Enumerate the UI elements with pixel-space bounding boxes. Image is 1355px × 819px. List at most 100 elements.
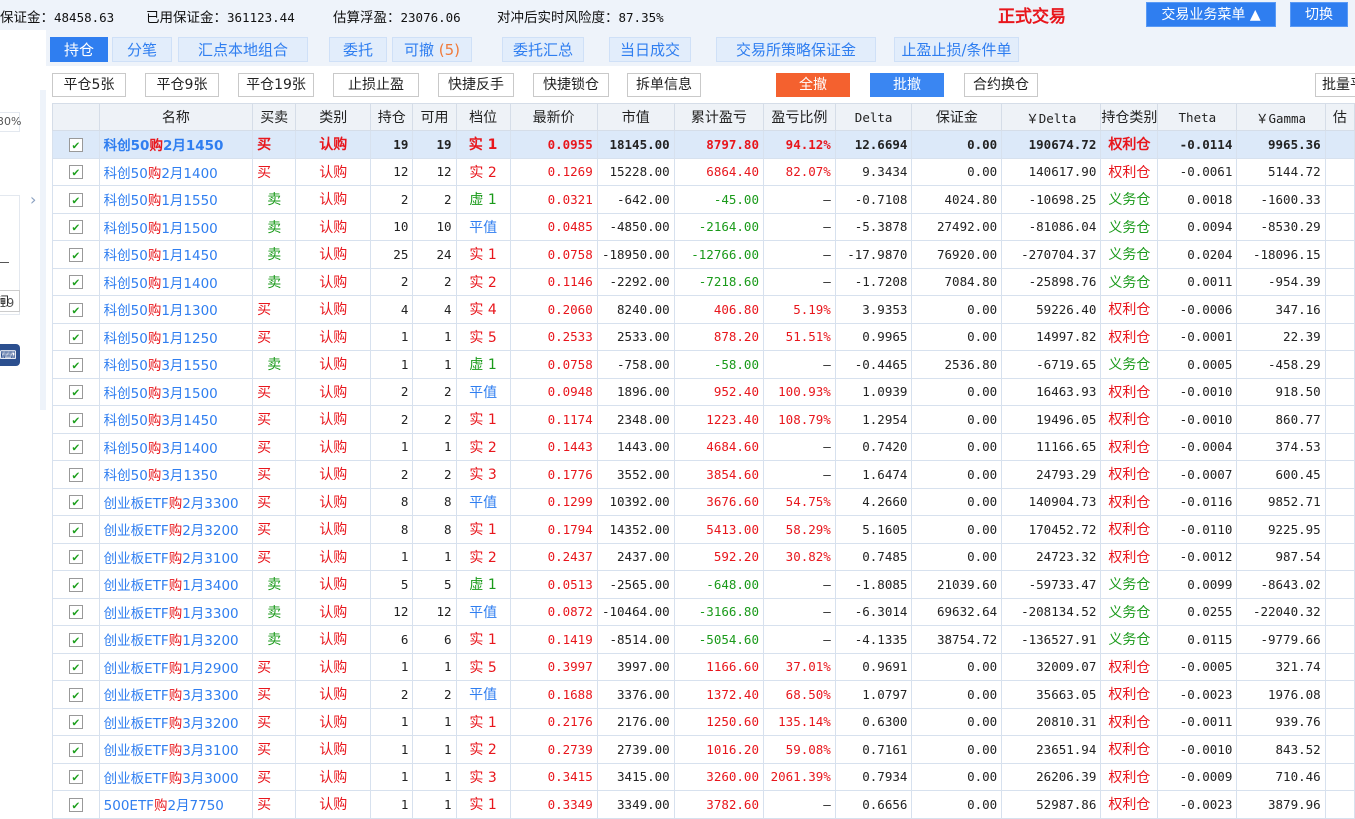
contract-name[interactable]: 科创50购1月1300 <box>98 295 254 324</box>
contract-name[interactable]: 科创50购1月1500 <box>98 212 254 241</box>
select-cell[interactable]: ✔ <box>52 130 100 159</box>
table-row[interactable]: ✔ 科创50购3月1350 买认购 2 2 实 3 0.1776 3552.00 3854.60… <box>52 460 1355 489</box>
select-cell[interactable]: ✔ <box>52 377 100 406</box>
column-header[interactable]: 保证金 <box>911 103 1003 131</box>
row-checkbox[interactable]: ✔ <box>68 522 83 537</box>
table-row[interactable]: ✔ 科创50购3月1400 买认购 1 1 实 2 0.1443 1443.00 4684.60… <box>52 432 1355 461</box>
table-row[interactable]: ✔ 创业板ETF购2月3300 买认购 8 8 平值 0.1299 10392.00 3676.… <box>52 487 1355 516</box>
row-checkbox[interactable]: ✔ <box>68 165 83 180</box>
table-row[interactable]: ✔ 科创50购1月1250 买认购 1 1 实 5 0.2533 2533.00 878.20 5… <box>52 322 1355 351</box>
close-9-button[interactable]: 平仓9张 <box>145 73 219 97</box>
contract-name[interactable]: 创业板ETF购2月3200 <box>98 515 254 544</box>
tab-cancelable[interactable]: 可撤 (5) <box>392 37 472 62</box>
table-row[interactable]: ✔ 科创50购1月1500 卖认购 10 10 平值 0.0485 -4850.00 -2164… <box>52 212 1355 241</box>
column-header[interactable]: 买卖 <box>252 103 297 131</box>
table-row[interactable]: ✔ 500ETF购2月7750 买认购 1 1 实 1 0.3349 3349.00 3782.… <box>52 790 1355 819</box>
stop-loss-button[interactable]: 止损止盈 <box>333 73 419 97</box>
select-cell[interactable]: ✔ <box>52 405 100 434</box>
tab-positions[interactable]: 持仓 <box>50 37 108 62</box>
header-select[interactable] <box>52 103 100 131</box>
column-header[interactable]: 盈亏比例 <box>762 103 836 131</box>
column-header[interactable]: Delta <box>834 103 913 131</box>
column-header[interactable]: Theta <box>1157 103 1238 131</box>
row-checkbox[interactable]: ✔ <box>68 330 83 345</box>
trade-menu-button[interactable]: 交易业务菜单 ▲ <box>1146 2 1276 27</box>
select-cell[interactable]: ✔ <box>52 762 100 791</box>
table-row[interactable]: ✔ 科创50购3月1500 买认购 2 2 平值 0.0948 1896.00 952.40 10… <box>52 377 1355 406</box>
close-19-button[interactable]: 平仓19张 <box>238 73 314 97</box>
select-cell[interactable]: ✔ <box>52 157 100 186</box>
row-checkbox[interactable]: ✔ <box>68 715 83 730</box>
contract-name[interactable]: 创业板ETF购3月3100 <box>98 735 254 764</box>
select-cell[interactable]: ✔ <box>52 322 100 351</box>
column-header[interactable]: 名称 <box>98 103 254 131</box>
column-header[interactable]: ￥Delta <box>1001 103 1102 131</box>
table-row[interactable]: ✔ 创业板ETF购3月3000 买认购 1 1 实 3 0.3415 3415.00 3260.… <box>52 762 1355 791</box>
row-checkbox[interactable]: ✔ <box>68 302 83 317</box>
table-row[interactable]: ✔ 创业板ETF购1月3400 卖认购 5 5 虚 1 0.0513 -2565.00 -648… <box>52 570 1355 599</box>
batch-cancel-button[interactable]: 批撤 <box>870 73 944 97</box>
split-info-button[interactable]: 拆单信息 <box>627 73 701 97</box>
tab-local-combo[interactable]: 汇点本地组合 <box>178 37 308 62</box>
table-row[interactable]: ✔ 科创50购3月1450 买认购 2 2 实 1 0.1174 2348.00 1223.40… <box>52 405 1355 434</box>
contract-name[interactable]: 创业板ETF购1月3200 <box>98 625 254 654</box>
table-row[interactable]: ✔ 科创50购1月1300 买认购 4 4 实 4 0.2060 8240.00 406.80 5… <box>52 295 1355 324</box>
select-cell[interactable]: ✔ <box>52 460 100 489</box>
table-row[interactable]: ✔ 科创50购1月1400 卖认购 2 2 实 2 0.1146 -2292.00 -7218.… <box>52 267 1355 296</box>
column-header[interactable]: 累计盈亏 <box>673 103 764 131</box>
row-checkbox[interactable]: ✔ <box>68 412 83 427</box>
column-header[interactable]: ￥Gamma <box>1236 103 1326 131</box>
row-checkbox[interactable]: ✔ <box>68 687 83 702</box>
row-checkbox[interactable]: ✔ <box>68 660 83 675</box>
contract-name[interactable]: 创业板ETF购1月3400 <box>98 570 254 599</box>
table-row[interactable]: ✔ 科创50购1月1450 卖认购 25 24 实 1 0.0758 -18950.00 -12… <box>52 240 1355 269</box>
table-row[interactable]: ✔ 科创50购1月1550 卖认购 2 2 虚 1 0.0321 -642.00 -45.00—… <box>52 185 1355 214</box>
column-header[interactable]: 档位 <box>455 103 511 131</box>
expand-chevron-icon[interactable]: › <box>30 190 36 209</box>
contract-name[interactable]: 科创50购2月1400 <box>98 157 254 186</box>
select-cell[interactable]: ✔ <box>52 542 100 571</box>
contract-name[interactable]: 创业板ETF购2月3100 <box>98 542 254 571</box>
contract-name[interactable]: 500ETF购2月7750 <box>98 790 254 819</box>
select-cell[interactable]: ✔ <box>52 295 100 324</box>
table-row[interactable]: ✔ 科创50购3月1550 卖认购 1 1 虚 1 0.0758 -758.00 -58.00—… <box>52 350 1355 379</box>
select-cell[interactable]: ✔ <box>52 240 100 269</box>
column-header[interactable]: 持仓类别 <box>1100 103 1159 131</box>
contract-name[interactable]: 科创50购3月1500 <box>98 377 254 406</box>
row-checkbox[interactable]: ✔ <box>68 275 83 290</box>
select-cell[interactable]: ✔ <box>52 735 100 764</box>
column-header[interactable]: 最新价 <box>509 103 598 131</box>
contract-name[interactable]: 科创50购3月1400 <box>98 432 254 461</box>
contract-name[interactable]: 科创50购3月1550 <box>98 350 254 379</box>
contract-name[interactable]: 创业板ETF购2月3300 <box>98 487 254 516</box>
row-checkbox[interactable]: ✔ <box>68 577 83 592</box>
select-cell[interactable]: ✔ <box>52 680 100 709</box>
select-cell[interactable]: ✔ <box>52 652 100 681</box>
tab-order-summary[interactable]: 委托汇总 <box>502 37 584 62</box>
row-checkbox[interactable]: ✔ <box>68 467 83 482</box>
row-checkbox[interactable]: ✔ <box>68 495 83 510</box>
contract-name[interactable]: 科创50购1月1250 <box>98 322 254 351</box>
select-cell[interactable]: ✔ <box>52 350 100 379</box>
row-checkbox[interactable]: ✔ <box>68 605 83 620</box>
table-row[interactable]: ✔ 创业板ETF购3月3200 买认购 1 1 实 1 0.2176 2176.00 1250.… <box>52 707 1355 736</box>
row-checkbox[interactable]: ✔ <box>68 247 83 262</box>
quick-lock-button[interactable]: 快捷锁仓 <box>533 73 609 97</box>
select-cell[interactable]: ✔ <box>52 185 100 214</box>
row-checkbox[interactable]: ✔ <box>68 137 83 152</box>
contract-name[interactable]: 创业板ETF购3月3000 <box>98 762 254 791</box>
contract-name[interactable]: 创业板ETF购3月3300 <box>98 680 254 709</box>
tab-split[interactable]: 分笔 <box>112 37 172 62</box>
select-cell[interactable]: ✔ <box>52 790 100 819</box>
column-header[interactable]: 持仓 <box>370 103 414 131</box>
select-cell[interactable]: ✔ <box>52 570 100 599</box>
contract-name[interactable]: 科创50购3月1350 <box>98 460 254 489</box>
row-checkbox[interactable]: ✔ <box>68 220 83 235</box>
table-row[interactable]: ✔ 创业板ETF购2月3100 买认购 1 1 实 2 0.2437 2437.00 592.2… <box>52 542 1355 571</box>
row-checkbox[interactable]: ✔ <box>68 770 83 785</box>
contract-name[interactable]: 科创50购2月1450 <box>98 130 254 159</box>
switch-button[interactable]: 切换 <box>1290 2 1348 27</box>
column-header[interactable]: 估 <box>1324 103 1355 131</box>
row-checkbox[interactable]: ✔ <box>68 632 83 647</box>
table-row[interactable]: ✔ 创业板ETF购1月2900 买认购 1 1 实 5 0.3997 3997.00 1166.… <box>52 652 1355 681</box>
